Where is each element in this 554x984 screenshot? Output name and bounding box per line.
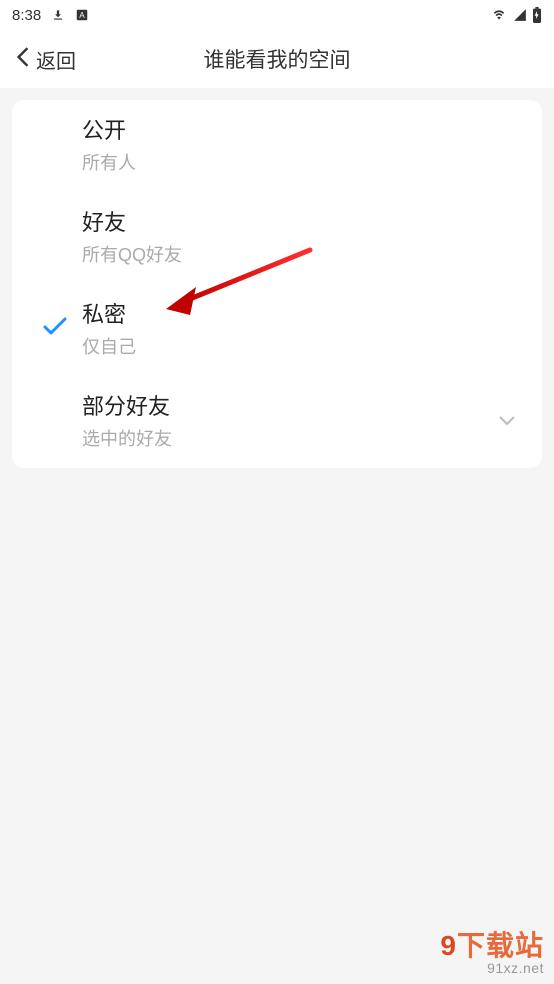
download-icon: [51, 8, 65, 22]
option-text: 部分好友 选中的好友: [82, 392, 492, 452]
option-subtitle: 仅自己: [82, 335, 522, 360]
option-text: 私密 仅自己: [82, 300, 522, 360]
options-card: 公开 所有人 好友 所有QQ好友 私密 仅自己: [12, 100, 542, 468]
status-right: [490, 7, 542, 23]
page-title: 谁能看我的空间: [0, 44, 554, 74]
expand-toggle[interactable]: [492, 413, 522, 431]
option-subtitle: 所有QQ好友: [82, 243, 522, 268]
header: 返回 谁能看我的空间: [0, 30, 554, 88]
svg-text:A: A: [79, 11, 85, 20]
option-private[interactable]: 私密 仅自己: [12, 284, 542, 376]
watermark-brand: 9下载站: [440, 932, 544, 960]
back-label: 返回: [36, 45, 76, 74]
option-text: 好友 所有QQ好友: [82, 208, 522, 268]
option-title: 私密: [82, 300, 522, 331]
back-button[interactable]: 返回: [16, 45, 76, 74]
option-public[interactable]: 公开 所有人: [12, 100, 542, 192]
wifi-icon: [490, 8, 508, 22]
content-area: 公开 所有人 好友 所有QQ好友 私密 仅自己: [0, 88, 554, 480]
battery-icon: [532, 7, 542, 23]
status-time: 8:38: [12, 7, 41, 24]
signal-icon: [512, 8, 528, 22]
option-title: 公开: [82, 116, 522, 147]
watermark: 9下载站 91xz.net: [440, 932, 544, 976]
check-icon: [42, 317, 68, 342]
notification-badge-icon: A: [75, 8, 89, 22]
option-subtitle: 选中的好友: [82, 427, 492, 452]
option-text: 公开 所有人: [82, 116, 522, 176]
option-friends[interactable]: 好友 所有QQ好友: [12, 192, 542, 284]
watermark-url: 91xz.net: [440, 960, 544, 976]
option-title: 部分好友: [82, 392, 492, 423]
status-bar: 8:38 A: [0, 0, 554, 30]
option-subtitle: 所有人: [82, 151, 522, 176]
status-left: 8:38 A: [12, 7, 89, 24]
option-some-friends[interactable]: 部分好友 选中的好友: [12, 376, 542, 468]
chevron-down-icon: [498, 413, 516, 431]
option-title: 好友: [82, 208, 522, 239]
check-area: [28, 317, 82, 342]
back-icon: [16, 46, 30, 73]
